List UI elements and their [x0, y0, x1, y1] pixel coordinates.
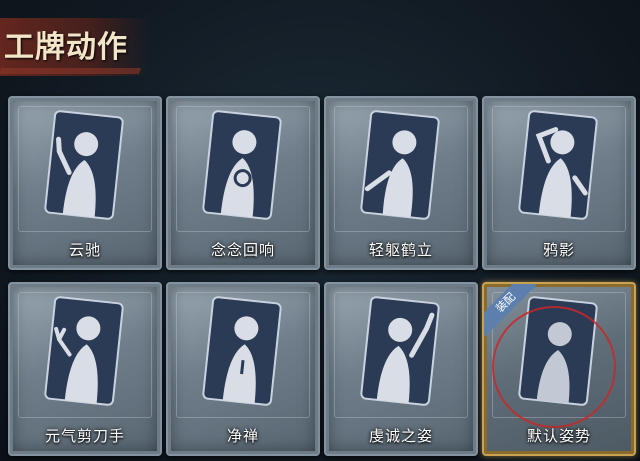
- pose-card[interactable]: 念念回响: [166, 96, 320, 270]
- pose-card-label: 鸦影: [542, 241, 575, 259]
- pose-card-label: 云驰: [68, 241, 101, 259]
- pose-card-label: 念念回响: [210, 241, 275, 259]
- pose-card-art-icon: [44, 110, 124, 220]
- pose-card[interactable]: 净禅: [166, 282, 320, 456]
- equipped-badge: 装配: [484, 284, 536, 336]
- pose-card-label: 轻躯鹤立: [368, 241, 433, 259]
- pose-card[interactable]: 元气剪刀手: [8, 282, 162, 456]
- pose-card[interactable]: 云驰: [8, 96, 162, 270]
- equipped-badge-label: 装配: [484, 284, 536, 336]
- pose-card-art-icon: [202, 296, 282, 406]
- pose-card-art-icon: [518, 110, 598, 220]
- pose-card-label: 虔诚之姿: [368, 427, 433, 445]
- pose-card[interactable]: 虔诚之姿: [324, 282, 478, 456]
- pose-card[interactable]: 鸦影: [482, 96, 636, 270]
- pose-card-equipped[interactable]: 装配 默认姿势: [482, 282, 636, 456]
- pose-card-label: 默认姿势: [526, 427, 591, 445]
- pose-card[interactable]: 轻躯鹤立: [324, 96, 478, 270]
- pose-card-art-icon: [360, 296, 440, 406]
- pose-card-art-icon: [360, 110, 440, 220]
- pose-card-grid: 云驰 念念回响 轻躯鹤立 鸦影 元气剪刀手 净禅 虔诚之姿 装配 默认姿势: [0, 0, 640, 461]
- pose-card-art-icon: [202, 110, 282, 220]
- pose-card-label: 净禅: [226, 427, 259, 445]
- pose-card-label: 元气剪刀手: [44, 427, 125, 445]
- pose-card-art-icon: [44, 296, 124, 406]
